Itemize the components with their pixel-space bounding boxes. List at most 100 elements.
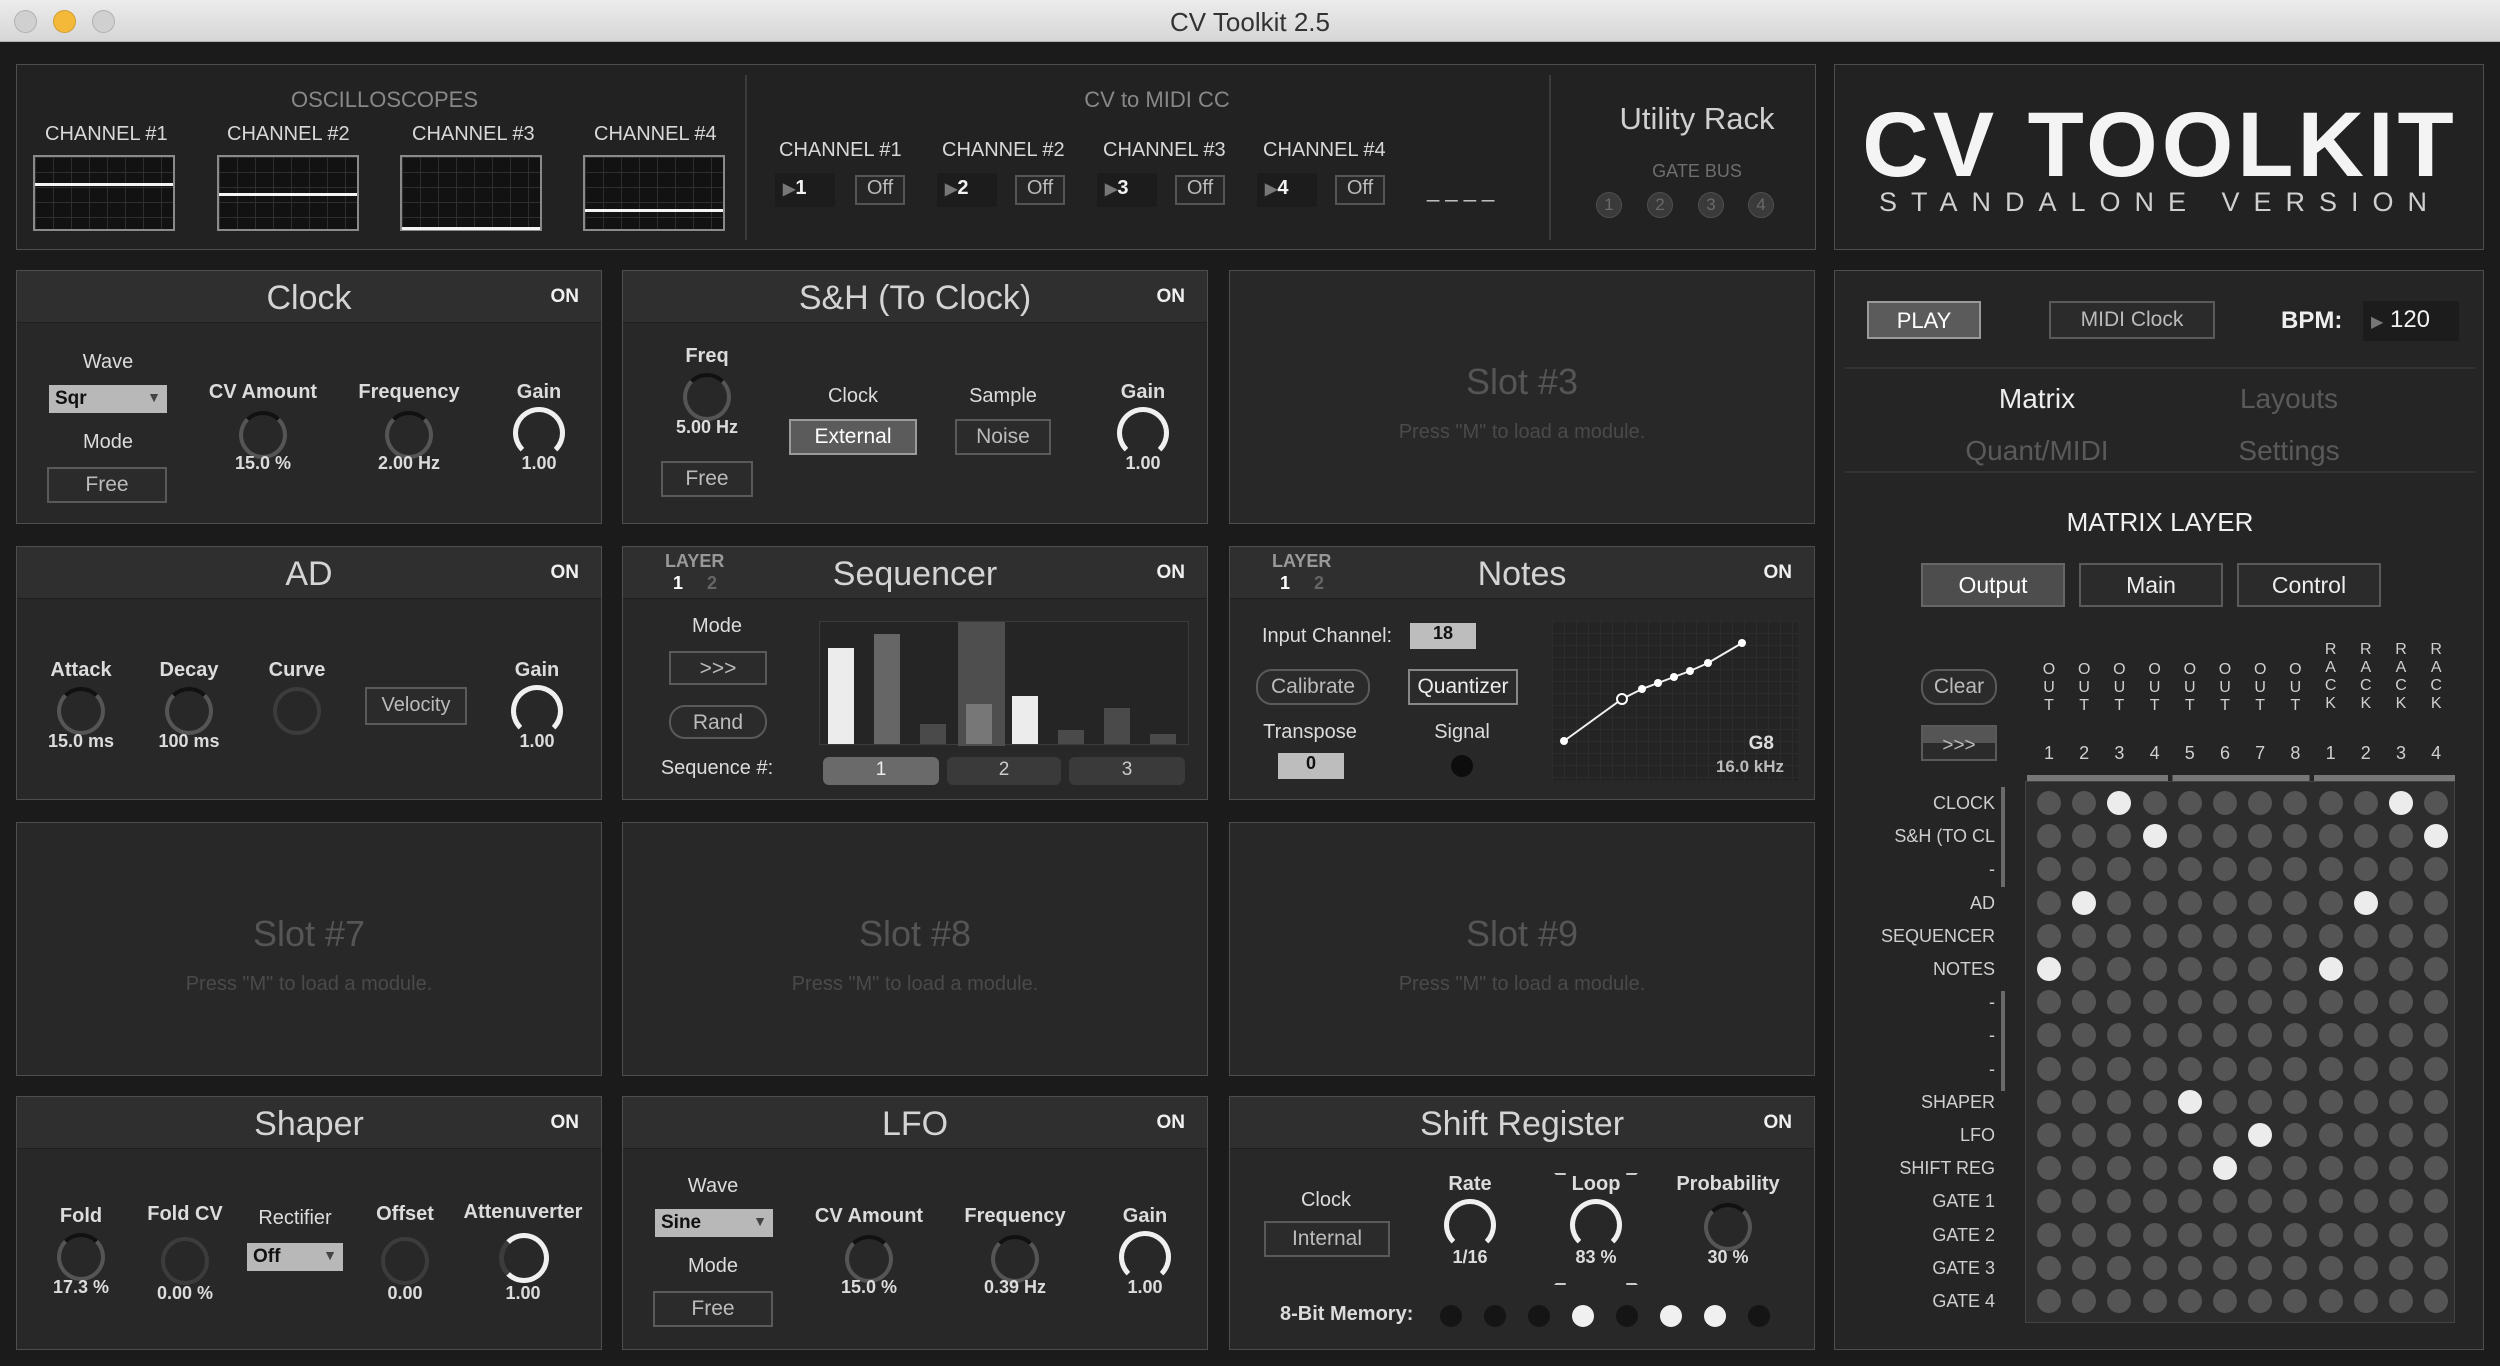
- ad-gain-knob[interactable]: [511, 685, 563, 737]
- matrix-cell[interactable]: [2142, 1156, 2167, 1181]
- matrix-cell[interactable]: [2213, 1289, 2237, 1313]
- matrix-cell[interactable]: [2389, 1255, 2413, 1280]
- matrix-cell[interactable]: [2424, 890, 2449, 915]
- matrix-cell[interactable]: [2353, 1222, 2378, 1247]
- midi-channel-1-off-button[interactable]: Off: [855, 175, 905, 205]
- matrix-cell[interactable]: [2353, 923, 2378, 948]
- matrix-cell[interactable]: [2177, 1156, 2202, 1181]
- sh-mode-button[interactable]: Free: [661, 461, 753, 497]
- matrix-cell[interactable]: [2318, 791, 2343, 815]
- matrix-cell[interactable]: [2142, 990, 2167, 1015]
- matrix-cell[interactable]: [2389, 824, 2413, 849]
- ad-curve-knob[interactable]: [273, 687, 321, 735]
- tab-matrix[interactable]: Matrix: [1917, 383, 2157, 415]
- matrix-cell[interactable]: [2213, 791, 2237, 815]
- matrix-cell[interactable]: [2037, 957, 2061, 981]
- sequence-2-button[interactable]: 2: [947, 757, 1061, 785]
- matrix-cell[interactable]: [2037, 923, 2061, 948]
- matrix-cell[interactable]: [2213, 1222, 2237, 1247]
- play-button[interactable]: PLAY: [1867, 301, 1981, 339]
- matrix-cell[interactable]: [2142, 1123, 2167, 1147]
- shaper-foldcv-knob[interactable]: [161, 1237, 209, 1285]
- matrix-cell[interactable]: [2248, 1056, 2273, 1081]
- matrix-cell[interactable]: [2353, 824, 2378, 849]
- notes-calibrate-button[interactable]: Calibrate: [1256, 669, 1370, 705]
- matrix-cell[interactable]: [2177, 1222, 2202, 1247]
- matrix-cell[interactable]: [2142, 923, 2167, 948]
- matrix-cell[interactable]: [2248, 957, 2273, 981]
- matrix-cell[interactable]: [2072, 1089, 2097, 1114]
- ad-attack-knob[interactable]: [57, 687, 105, 735]
- sh-sample-button[interactable]: Noise: [955, 419, 1051, 455]
- matrix-cell[interactable]: [2318, 1255, 2343, 1280]
- matrix-cell[interactable]: [2037, 1255, 2061, 1280]
- matrix-control-button[interactable]: Control: [2237, 563, 2381, 607]
- clock-on-toggle[interactable]: ON: [551, 286, 580, 308]
- matrix-cell[interactable]: [2142, 1289, 2167, 1313]
- lfo-frequency-knob[interactable]: [991, 1235, 1039, 1283]
- matrix-cell[interactable]: [2037, 1123, 2061, 1147]
- matrix-cell[interactable]: [2318, 1189, 2343, 1214]
- matrix-cell[interactable]: [2248, 791, 2273, 815]
- matrix-cell[interactable]: [2353, 890, 2378, 915]
- matrix-cell[interactable]: [2389, 1156, 2413, 1181]
- slot-3[interactable]: Slot #3 Press "M" to load a module.: [1229, 270, 1815, 524]
- shift-probability-knob[interactable]: [1704, 1203, 1752, 1251]
- matrix-cell[interactable]: [2389, 890, 2413, 915]
- matrix-cell[interactable]: [2248, 1089, 2273, 1114]
- notes-on-toggle[interactable]: ON: [1764, 562, 1793, 584]
- matrix-cell[interactable]: [2424, 1056, 2449, 1081]
- gate-bus-4[interactable]: 4: [1748, 192, 1774, 218]
- matrix-cell[interactable]: [2213, 990, 2237, 1015]
- matrix-cell[interactable]: [2213, 1156, 2237, 1181]
- matrix-cell[interactable]: [2213, 824, 2237, 849]
- sh-freq-knob[interactable]: [683, 373, 731, 421]
- matrix-cell[interactable]: [2072, 1289, 2097, 1313]
- matrix-cell[interactable]: [2318, 1023, 2343, 1048]
- matrix-cell[interactable]: [2353, 1056, 2378, 1081]
- matrix-cell[interactable]: [2318, 1156, 2343, 1181]
- matrix-cell[interactable]: [2353, 957, 2378, 981]
- slot-8[interactable]: Slot #8 Press "M" to load a module.: [622, 822, 1208, 1076]
- notes-layer-1[interactable]: 1: [1280, 573, 1290, 594]
- matrix-cell[interactable]: [2142, 1056, 2167, 1081]
- matrix-cell[interactable]: [2037, 1156, 2061, 1181]
- sequencer-mode-button[interactable]: >>>: [669, 651, 767, 685]
- matrix-cell[interactable]: [2283, 890, 2308, 915]
- midi-clock-button[interactable]: MIDI Clock: [2049, 301, 2215, 339]
- matrix-cell[interactable]: [2389, 1222, 2413, 1247]
- matrix-cell[interactable]: [2318, 857, 2343, 882]
- matrix-cell[interactable]: [2037, 1089, 2061, 1114]
- matrix-cell[interactable]: [2424, 791, 2449, 815]
- matrix-cell[interactable]: [2248, 1289, 2273, 1313]
- matrix-cell[interactable]: [2318, 824, 2343, 849]
- matrix-cell[interactable]: [2318, 890, 2343, 915]
- matrix-cell[interactable]: [2177, 890, 2202, 915]
- sequencer-layer-1[interactable]: 1: [673, 573, 683, 594]
- matrix-cell[interactable]: [2142, 824, 2167, 849]
- matrix-cell[interactable]: [2353, 791, 2378, 815]
- matrix-cell[interactable]: [2248, 1255, 2273, 1280]
- sequencer-on-toggle[interactable]: ON: [1157, 562, 1186, 584]
- matrix-cell[interactable]: [2072, 923, 2097, 948]
- matrix-cell[interactable]: [2177, 824, 2202, 849]
- matrix-cell[interactable]: [2248, 890, 2273, 915]
- matrix-cell[interactable]: [2283, 1222, 2308, 1247]
- midi-channel-3-off-button[interactable]: Off: [1175, 175, 1225, 205]
- matrix-cell[interactable]: [2037, 824, 2061, 849]
- shaper-offset-knob[interactable]: [381, 1237, 429, 1285]
- matrix-cell[interactable]: [2353, 1289, 2378, 1313]
- matrix-cell[interactable]: [2389, 1123, 2413, 1147]
- matrix-cell[interactable]: [2072, 1123, 2097, 1147]
- matrix-cell[interactable]: [2318, 990, 2343, 1015]
- lfo-on-toggle[interactable]: ON: [1157, 1112, 1186, 1134]
- shift-clock-button[interactable]: Internal: [1264, 1221, 1390, 1257]
- matrix-cell[interactable]: [2142, 1222, 2167, 1247]
- matrix-cell[interactable]: [2248, 1222, 2273, 1247]
- matrix-cell[interactable]: [2424, 1255, 2449, 1280]
- matrix-cell[interactable]: [2177, 923, 2202, 948]
- matrix-cell[interactable]: [2107, 1056, 2132, 1081]
- matrix-cell[interactable]: [2177, 1056, 2202, 1081]
- sh-clock-button[interactable]: External: [789, 419, 917, 455]
- matrix-cell[interactable]: [2389, 1056, 2413, 1081]
